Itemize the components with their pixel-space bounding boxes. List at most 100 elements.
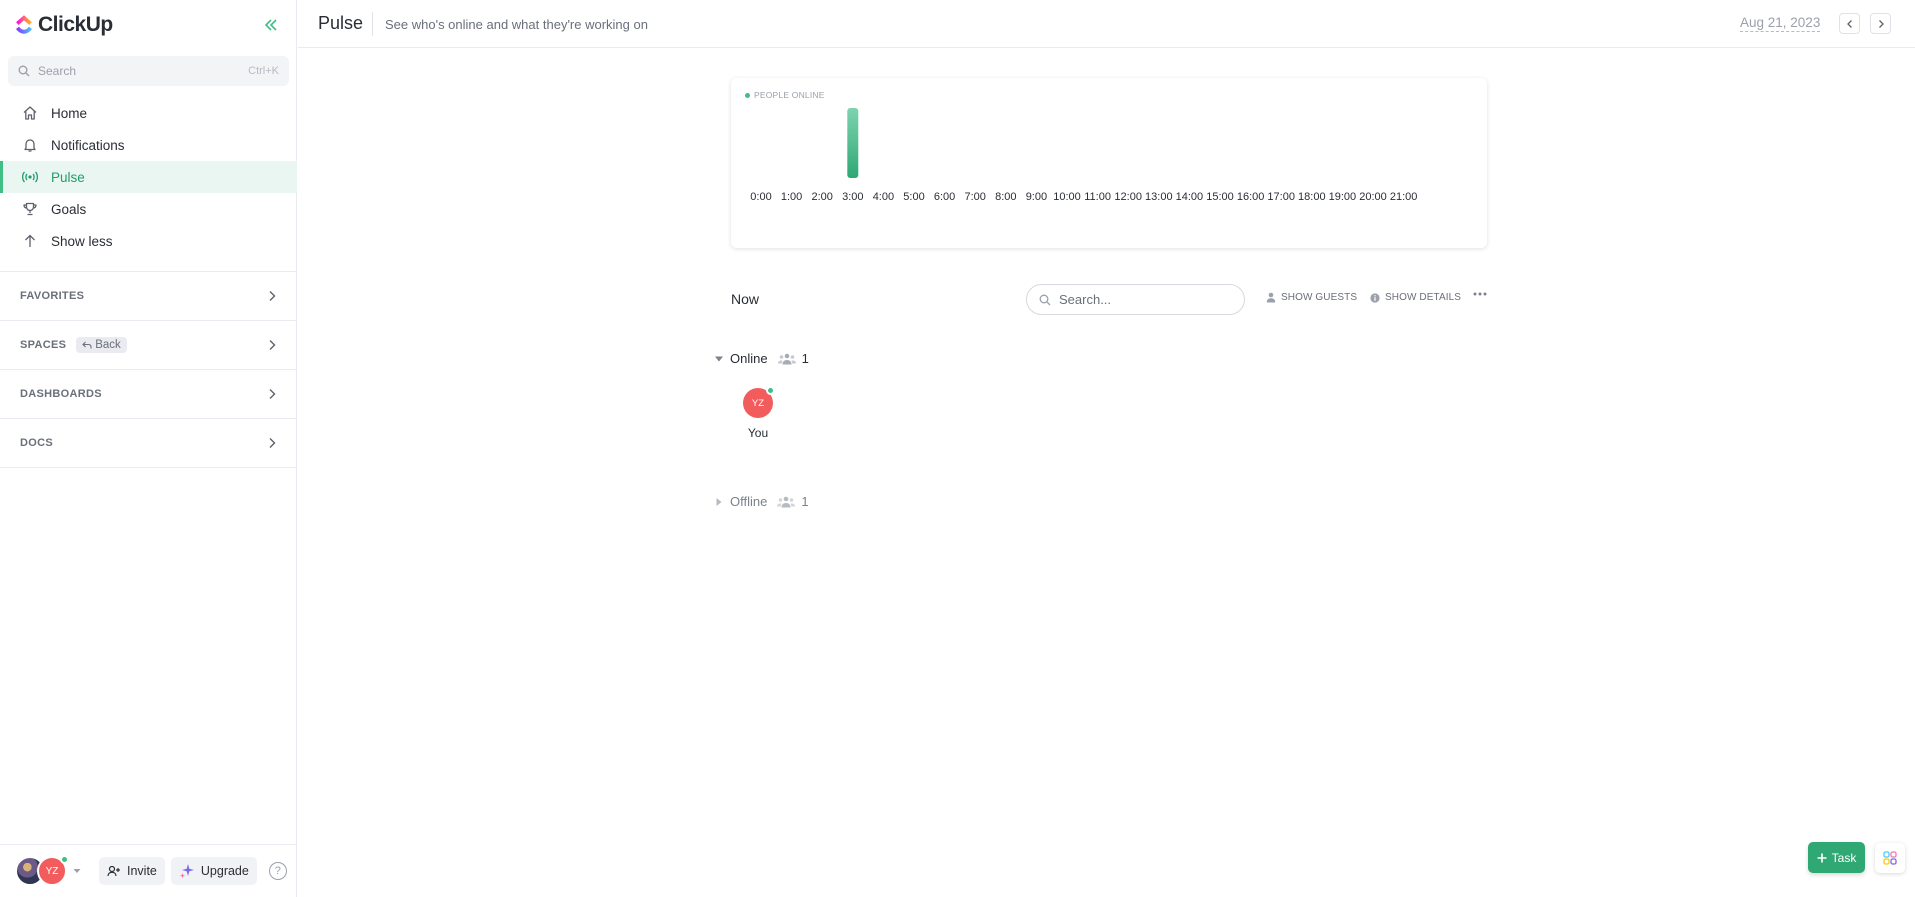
collapse-sidebar-button[interactable] [260,14,282,36]
upgrade-button[interactable]: Upgrade [170,857,257,885]
chevron-right-icon [269,389,276,399]
group-label: Offline [730,494,768,509]
logo-text: ClickUp [38,13,113,36]
users-icon [777,353,796,364]
sidebar-item-label: Goals [51,201,87,217]
section-spaces[interactable]: SPACES Back [0,321,297,370]
online-status-dot [766,386,775,395]
now-label: Now [731,291,760,307]
back-button[interactable]: Back [76,337,127,353]
show-guests-button[interactable]: SHOW GUESTS [1266,292,1357,303]
section-label: DASHBOARDS [20,388,102,400]
sidebar-search[interactable]: Search Ctrl+K [8,56,289,86]
apps-button[interactable] [1875,843,1905,873]
section-dashboards[interactable]: DASHBOARDS [0,370,297,419]
sidebar-item-pulse[interactable]: Pulse [0,161,297,193]
section-favorites[interactable]: FAVORITES [0,272,297,321]
search-icon [18,65,30,77]
section-label: DOCS [20,437,53,449]
prev-day-button[interactable] [1839,13,1860,34]
users-icon [777,496,796,507]
divider [372,12,373,36]
x-tick-label: 8:00 [995,191,1016,203]
group-count: 1 [801,351,809,366]
sidebar-nav: Home Notifications Pulse Goals Show less [0,97,297,257]
clickup-logo-icon [16,15,32,34]
undo-icon [82,341,92,349]
group-label: Online [730,351,768,366]
plus-icon [1817,853,1827,862]
x-tick-label: 11:00 [1084,191,1111,203]
sidebar-item-goals[interactable]: Goals [0,193,297,225]
x-tick-label: 3:00 [842,191,863,203]
invite-label: Invite [127,864,157,878]
chart-bar[interactable] [847,108,859,178]
search-shortcut: Ctrl+K [248,65,279,77]
sidebar: ClickUp Search Ctrl+K Home Notifications… [0,0,297,897]
page-title: Pulse [318,13,364,33]
more-options-icon[interactable] [1473,292,1487,296]
search-placeholder: Search [38,64,77,78]
x-tick-label: 10:00 [1053,191,1081,203]
avatar-initials: YZ [751,397,765,409]
help-icon[interactable]: ? [268,862,287,880]
x-tick-label: 0:00 [750,191,771,203]
x-tick-label: 12:00 [1114,191,1142,203]
sidebar-item-label: Show less [51,233,113,249]
sidebar-item-notifications[interactable]: Notifications [0,129,297,161]
upgrade-label: Upgrade [200,864,249,878]
user-name: You [747,426,769,440]
caret-down-icon[interactable] [73,868,81,874]
x-tick-label: 6:00 [934,191,955,203]
caret-down-icon [715,356,723,361]
sidebar-item-label: Notifications [51,137,125,153]
user-card[interactable]: YZ You [741,386,775,440]
caret-right-icon [716,497,722,506]
sidebar-footer: YZ Invite Upgrade ? [0,844,297,897]
show-details-button[interactable]: SHOW DETAILS [1370,292,1461,303]
x-tick-label: 4:00 [873,191,894,203]
x-tick-label: 2:00 [811,191,832,203]
offline-group-header[interactable]: Offline 1 [714,494,809,509]
sidebar-item-home[interactable]: Home [0,97,297,129]
invite-button[interactable]: Invite [99,857,165,885]
double-chevron-left-icon [264,19,277,31]
section-label: SPACES [20,339,67,351]
section-docs[interactable]: DOCS [0,419,297,468]
search-input[interactable] [1059,292,1219,307]
apps-grid-icon [1883,851,1897,865]
chevron-right-icon [269,438,276,448]
date-picker[interactable]: Aug 21, 2023 [1740,15,1821,32]
sidebar-sections: FAVORITES SPACES Back DASHBOARDS DOCS [0,271,297,468]
x-tick-label: 17:00 [1267,191,1295,203]
sidebar-item-label: Pulse [51,169,85,185]
chevron-left-icon [1846,19,1852,28]
chevron-right-icon [269,291,276,301]
home-icon [21,104,39,122]
x-tick-label: 5:00 [903,191,924,203]
x-tick-label: 18:00 [1298,191,1326,203]
chevron-right-icon [269,340,276,350]
next-day-button[interactable] [1870,13,1891,34]
x-tick-label: 14:00 [1176,191,1204,203]
logo[interactable]: ClickUp [14,12,113,38]
online-status-dot [60,855,69,864]
sidebar-item-show-less[interactable]: Show less [0,225,297,257]
x-tick-label: 15:00 [1206,191,1234,203]
show-guests-label: SHOW GUESTS [1281,292,1358,303]
x-tick-label: 16:00 [1237,191,1265,203]
user-menu[interactable]: YZ [15,855,69,886]
app: ClickUp Search Ctrl+K Home Notifications… [0,0,1915,897]
online-group-header[interactable]: Online 1 [714,351,809,366]
x-tick-label: 19:00 [1329,191,1357,203]
add-user-icon [107,865,120,877]
bell-icon [21,136,39,154]
x-tick-label: 1:00 [781,191,802,203]
chevron-right-icon [1878,19,1884,28]
trophy-icon [21,200,39,218]
add-task-button[interactable]: Task [1808,842,1865,873]
people-search[interactable] [1026,284,1245,315]
arrow-up-icon [21,232,39,250]
task-label: Task [1831,850,1857,865]
x-tick-label: 21:00 [1390,191,1418,203]
